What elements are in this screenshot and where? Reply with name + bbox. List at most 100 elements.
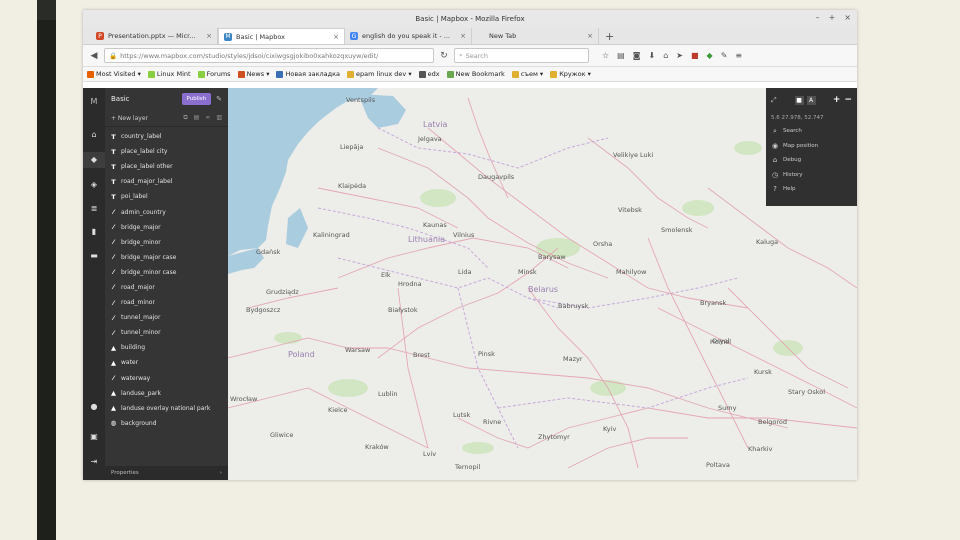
addon-icon[interactable]: ■ <box>691 51 699 60</box>
zoom-in-button[interactable]: + <box>833 95 841 105</box>
text-layer-icon: T <box>111 147 116 156</box>
datasets-icon[interactable]: ≣ <box>83 204 105 213</box>
new-layer-button[interactable]: + New layer <box>111 115 148 122</box>
city-label: Grudziądz <box>266 288 299 296</box>
pocket-icon[interactable]: ◙ <box>633 51 641 60</box>
text-layer-icon: T <box>111 132 116 141</box>
logout-icon[interactable]: ⇥ <box>83 457 105 466</box>
layer-item[interactable]: ⁄ bridge_minor <box>105 235 228 250</box>
link-icon[interactable]: ∞ <box>205 114 210 122</box>
url-bar[interactable]: 🔒 https://www.mapbox.com/studio/styles/j… <box>104 48 434 63</box>
close-tab-icon[interactable]: × <box>333 33 339 41</box>
publish-button[interactable]: Publish <box>181 93 212 105</box>
layer-item[interactable]: ⁄ admin_country <box>105 204 228 219</box>
map-canvas[interactable]: Latvia Lithuania Belarus Poland Ventspils Lie… <box>228 88 857 480</box>
home-icon[interactable]: ⌂ <box>83 130 105 139</box>
notifications-icon[interactable]: ● <box>83 402 105 411</box>
layer-item[interactable]: Tplace_label other <box>105 159 228 174</box>
browser-tab[interactable]: New Tab × <box>472 28 599 44</box>
shield-icon[interactable]: ◆ <box>707 51 713 60</box>
layer-item[interactable]: ⁄ waterway <box>105 371 228 386</box>
star-icon[interactable]: ☆ <box>602 51 609 60</box>
layer-item[interactable]: Tplace_label city <box>105 144 228 159</box>
map-menu-item[interactable]: ⌕ Search <box>766 124 857 139</box>
layer-item[interactable]: ⁄ bridge_major <box>105 220 228 235</box>
background-layer-icon: ◍ <box>110 419 117 428</box>
bookmark-item[interactable]: edx <box>418 70 440 78</box>
back-icon[interactable]: ◀ <box>89 51 99 61</box>
window-title: Basic | Mapbox - Mozilla Firefox <box>415 14 525 23</box>
city-label: Bydgoszcz <box>246 306 281 314</box>
navigation-toolbar: ◀ 🔒 https://www.mapbox.com/studio/styles… <box>83 45 857 67</box>
map-menu-item[interactable]: ? Help <box>766 182 857 197</box>
extensions-icon[interactable]: ✎ <box>721 51 728 60</box>
mapbox-logo-icon[interactable]: M <box>83 88 105 106</box>
layer-item[interactable]: Troad_major_label <box>105 174 228 189</box>
close-tab-icon[interactable]: × <box>206 32 212 40</box>
city-label: Gliwice <box>270 431 294 439</box>
send-icon[interactable]: ➤ <box>676 51 683 60</box>
home-icon[interactable]: ⌂ <box>663 51 668 60</box>
group-icon[interactable]: ▤ <box>194 114 200 122</box>
close-tab-icon[interactable]: × <box>587 32 593 40</box>
minimize-button[interactable]: – <box>816 13 820 22</box>
browser-tab[interactable]: P Presentation.pptx — Micr... × <box>91 28 218 44</box>
map-menu-item[interactable]: ◉ Map position <box>766 139 857 154</box>
zoom-out-button[interactable]: − <box>844 95 852 105</box>
layer-item[interactable]: Tpoi_label <box>105 189 228 204</box>
layer-item[interactable]: ◍ background <box>105 416 228 431</box>
maximize-button[interactable]: + <box>829 13 836 22</box>
download-icon[interactable]: ⬇ <box>649 51 656 60</box>
stats-icon[interactable]: ▮ <box>83 227 105 236</box>
line-layer-icon: ⁄ <box>112 374 115 383</box>
map-menu-item[interactable]: ⌂ Debug <box>766 153 857 168</box>
browser-tab[interactable]: M Basic | Mapbox × <box>218 28 345 44</box>
fullscreen-icon[interactable]: ⤢ <box>771 96 777 105</box>
layer-name: landuse_park <box>121 389 162 397</box>
tilesets-icon[interactable]: ◈ <box>83 180 105 189</box>
bookmark-item[interactable]: Most Visited ▾ <box>87 70 141 78</box>
bookmark-item[interactable]: Кружок ▾ <box>550 70 591 78</box>
layer-item[interactable]: ▲ landuse overlay national park <box>105 401 228 416</box>
bookmark-item[interactable]: Linux Mint <box>147 70 191 78</box>
properties-bar[interactable]: Properties › <box>105 466 228 480</box>
map-menu-item[interactable]: ◷ History <box>766 168 857 183</box>
new-tab-button[interactable]: + <box>599 28 620 44</box>
layer-item[interactable]: Tcountry_label <box>105 129 228 144</box>
bookmark-item[interactable]: Forums <box>197 70 231 78</box>
duplicate-icon[interactable]: ⧉ <box>183 114 187 122</box>
bookmark-item[interactable]: News ▾ <box>237 70 269 78</box>
city-label: Białystok <box>388 306 418 314</box>
clipboard-icon[interactable]: ▤ <box>617 51 625 60</box>
bookmark-item[interactable]: New Bookmark <box>446 70 505 78</box>
close-tab-icon[interactable]: × <box>460 32 466 40</box>
close-window-button[interactable]: × <box>844 13 851 22</box>
lock-icon[interactable]: ■ <box>794 95 804 105</box>
reload-icon[interactable]: ↻ <box>439 51 449 61</box>
browser-tab[interactable]: Genglish do you speak it - ... × <box>345 28 472 44</box>
layer-item[interactable]: ⁄ tunnel_major <box>105 310 228 325</box>
bookmark-item[interactable]: съем ▾ <box>511 70 543 78</box>
style-header: Basic Publish ✎ <box>105 88 228 110</box>
menu-icon[interactable]: ≡ <box>735 51 742 60</box>
search-input[interactable]: ⌕ Search <box>454 48 589 63</box>
layer-item[interactable]: ⁄ road_major <box>105 280 228 295</box>
layer-tools: + New layer ⧉ ▤ ∞ ▥ <box>105 110 228 127</box>
layer-item[interactable]: ⁄ bridge_minor case <box>105 265 228 280</box>
folder-icon[interactable]: ▬ <box>83 251 105 260</box>
delete-icon[interactable]: ▥ <box>216 114 222 122</box>
bookmark-item[interactable]: Новая закладка <box>276 70 340 78</box>
bookmark-item[interactable]: epam linux dev ▾ <box>347 70 412 78</box>
edit-icon[interactable]: ✎ <box>216 95 222 103</box>
text-icon[interactable]: A <box>806 95 816 105</box>
styles-icon[interactable]: ◆ <box>83 152 105 168</box>
layer-item[interactable]: ⁄ bridge_major case <box>105 250 228 265</box>
layer-item[interactable]: ▲ landuse_park <box>105 386 228 401</box>
layer-item[interactable]: ▲ water <box>105 355 228 370</box>
layer-item[interactable]: ⁄ tunnel_minor <box>105 325 228 340</box>
layer-item[interactable]: ⁄ road_minor <box>105 295 228 310</box>
bookmarks-toolbar: Most Visited ▾ Linux Mint Forums News ▾ Нова… <box>83 67 857 82</box>
account-icon[interactable]: ▣ <box>83 432 105 441</box>
layer-item[interactable]: ▲ building <box>105 340 228 355</box>
map-menu-label: Search <box>783 128 802 135</box>
